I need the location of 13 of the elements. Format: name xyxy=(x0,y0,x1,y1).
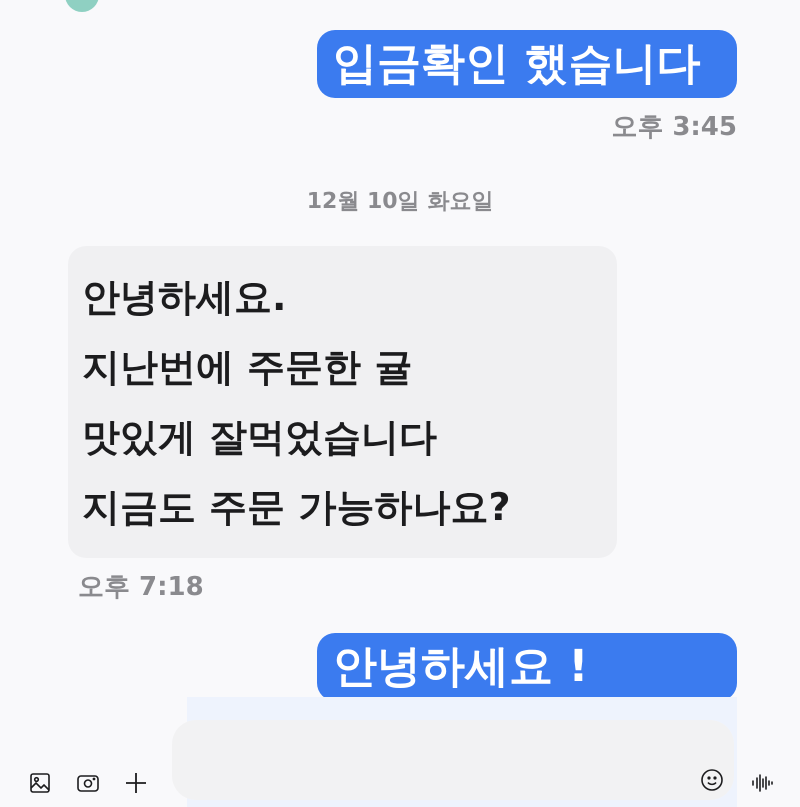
message-text: 맛있게 잘먹었습니다 xyxy=(82,414,438,461)
message-text: 지금도 주문 가능하나요? xyxy=(82,484,512,531)
image-icon[interactable] xyxy=(28,770,52,794)
emoji-icon[interactable] xyxy=(700,768,724,792)
message-text: 입금확인 했습니다 xyxy=(333,37,702,91)
plus-icon[interactable] xyxy=(124,770,148,794)
date-separator: 12월 10일 화요일 xyxy=(306,188,494,216)
message-time: 오후 7:18 xyxy=(78,571,204,604)
message-text: 안녕하세요 ! xyxy=(333,640,590,694)
message-time: 오후 3:45 xyxy=(611,111,737,144)
message-text: 안녕하세요. xyxy=(82,274,288,321)
message-input[interactable] xyxy=(172,720,734,800)
message-text: 지난번에 주문한 귤 xyxy=(82,344,414,391)
